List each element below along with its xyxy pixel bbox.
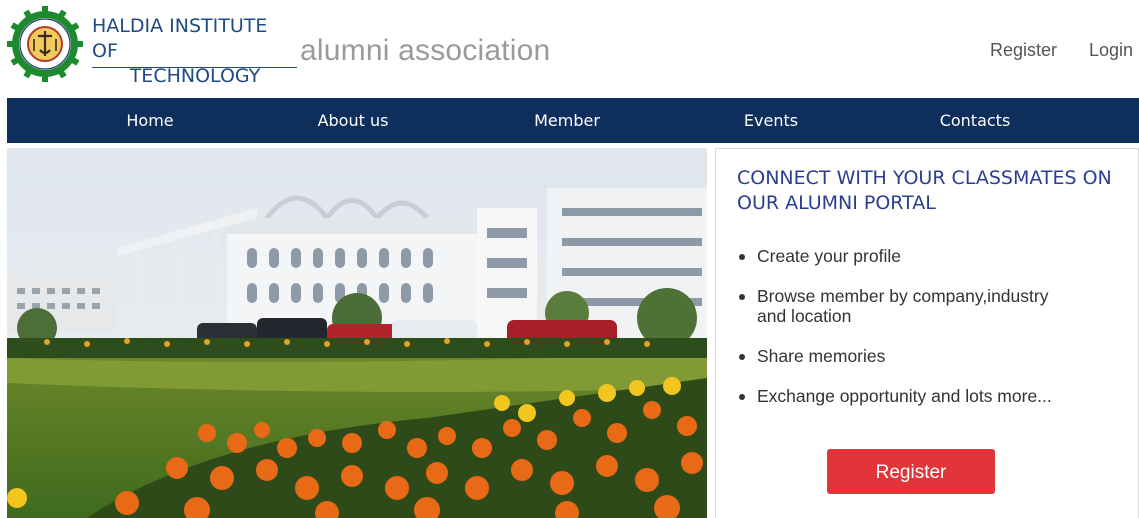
bullet-icon [739,354,745,360]
institute-logo-icon[interactable] [7,6,83,82]
campus-building-illustration [7,148,707,518]
alumni-association-title: alumni association [300,34,551,67]
feature-text: Create your profile [757,246,901,266]
feature-list: Create your profile Browse member by com… [737,246,1127,426]
alumni-portal-panel: CONNECT WITH YOUR CLASSMATES ON OUR ALUM… [715,148,1139,518]
institute-underline [92,67,297,68]
feature-text: Browse member by company,industry and lo… [757,286,1049,326]
institute-name-line1: HALDIA INSTITUTE OF [92,15,268,62]
nav-item-member[interactable]: Member [534,98,600,143]
register-button[interactable]: Register [827,449,995,494]
nav-item-home[interactable]: Home [126,98,173,143]
list-item: Create your profile [737,246,1127,266]
panel-title: CONNECT WITH YOUR CLASSMATES ON OUR ALUM… [737,167,1112,214]
header-login-link[interactable]: Login [1089,40,1133,61]
bullet-icon [739,294,745,300]
feature-text: Exchange opportunity and lots more... [757,386,1052,406]
list-item: Share memories [737,346,1127,366]
institute-name: HALDIA INSTITUTE OF TECHNOLOGY [92,14,298,89]
bullet-icon [739,394,745,400]
list-item: Exchange opportunity and lots more... [737,386,1127,406]
campus-hero-image [7,148,707,518]
site-header: HALDIA INSTITUTE OF TECHNOLOGY alumni as… [0,0,1139,98]
main-navigation: Home About us Member Events Contacts [7,98,1139,143]
nav-item-about-us[interactable]: About us [318,98,389,143]
feature-text: Share memories [757,346,886,366]
list-item: Browse member by company,industry and lo… [737,286,1127,326]
header-register-link[interactable]: Register [990,40,1057,61]
bullet-icon [739,254,745,260]
nav-item-contacts[interactable]: Contacts [940,98,1011,143]
nav-item-events[interactable]: Events [744,98,798,143]
